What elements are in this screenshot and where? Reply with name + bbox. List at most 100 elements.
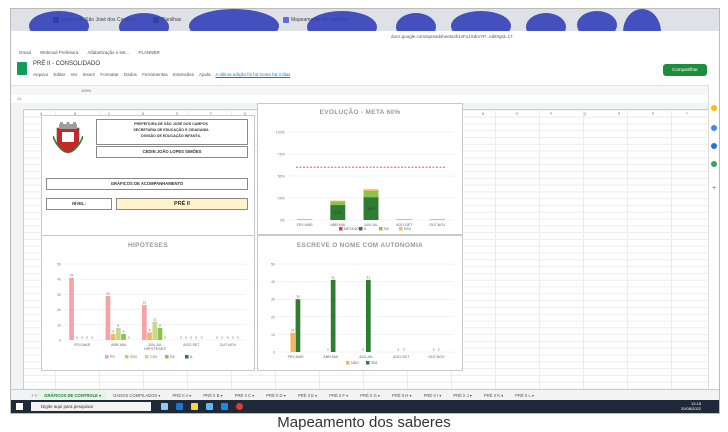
data-label: 0 <box>180 336 182 340</box>
menu-editar[interactable]: Editar <box>54 72 66 77</box>
prefeitura-line: SECRETARIA DE EDUCAÇÃO E CIDADANIA <box>133 128 209 132</box>
data-label: 30 <box>296 295 300 299</box>
bar-sim <box>295 299 301 352</box>
explorer-icon[interactable] <box>191 403 198 410</box>
chart-nome-card: ESCREVE O NOME COM AUTONOMIA 0 10 20 30 40 50… <box>257 235 463 371</box>
school-name: CEDIN JOÃO LOPES SIMÕES <box>96 146 248 158</box>
name-box[interactable]: A1 <box>17 96 22 101</box>
bar-sa <box>121 333 126 340</box>
bookmark-item[interactable]: Gmail <box>19 50 31 55</box>
x-tick-label: FEV-MAR <box>297 223 313 227</box>
data-label: 0 <box>237 336 239 340</box>
sheet-tab-list: GRÁFICOS DE CONTROLE ▾ DADOS COMPILADOS ▾… <box>38 390 540 401</box>
y-tick-label: 30 <box>271 298 275 302</box>
chart-evolucao: 0%25%50%75%100%FEV-MAR ABR-MAI JUN-JUL AGO-… <box>276 131 454 231</box>
menu-ver[interactable]: Ver <box>71 72 78 77</box>
data-label: 41 <box>70 273 74 277</box>
y-tick-label: 50% <box>278 175 286 179</box>
data-label: 0 <box>128 336 130 340</box>
bookmarks-bar: Gmail Webmail Prefeitura Alfabetização e… <box>11 47 719 59</box>
data-label: 29 <box>106 291 110 295</box>
data-label: 41 <box>367 275 371 279</box>
menu-inserir[interactable]: Inserir <box>83 72 96 77</box>
x-axis-title: HIPÓTESES <box>144 346 166 351</box>
store-icon[interactable] <box>206 403 213 410</box>
data-label: 12 <box>153 317 157 321</box>
windows-start-icon[interactable] <box>16 403 23 410</box>
doc-favicon-icon <box>283 17 289 23</box>
bookmark-item[interactable]: Alfabetização e letr... <box>87 50 129 55</box>
chrome-icon[interactable] <box>236 403 243 410</box>
legend-label: NÃO <box>351 360 359 365</box>
x-tick-label: OUT-NOV <box>428 355 445 359</box>
y-tick-label: 100% <box>276 131 286 135</box>
maps-icon[interactable] <box>711 161 717 167</box>
address-bar[interactable]: docs.google.com/spreadsheets/d/1vFu1SdmY… <box>11 31 719 48</box>
data-label: 0 <box>201 336 203 340</box>
row-header <box>11 109 24 389</box>
data-label: 0 <box>76 336 78 340</box>
menu-ferramentas[interactable]: Ferramentas <box>142 72 168 77</box>
data-label: 0 <box>81 336 83 340</box>
bar-sa <box>363 190 379 198</box>
bar-sa <box>330 201 346 206</box>
bookmark-item[interactable]: Webmail Prefeitura <box>40 50 78 55</box>
menu-extensoes[interactable]: Extensões <box>173 72 194 77</box>
bar-csv <box>152 321 158 340</box>
data-label: 0 <box>86 336 88 340</box>
city-crest-icon <box>53 122 83 154</box>
header-card: PREFEITURA DE SÃO JOSÉ DOS CAMPOS SECRET… <box>41 115 255 237</box>
y-tick-label: 50 <box>57 263 61 267</box>
share-button[interactable]: Compartilhar <box>663 64 707 76</box>
taskbar-clock[interactable]: 12:18 20/08/2022 <box>681 401 701 411</box>
sheets-logo-icon[interactable] <box>17 62 27 75</box>
legend-swatch <box>346 361 350 365</box>
x-tick-label: AGO-SET <box>393 355 410 359</box>
chart-hipoteses-card: HIPÓTESES 0 10 20 30 40 50 FEV-MAR ABR-MAI JUN-J… <box>41 235 255 371</box>
edge-icon[interactable] <box>176 403 183 410</box>
keep-icon[interactable] <box>711 105 717 111</box>
legend-label: SA <box>170 355 175 359</box>
menu-bar: Arquivo Editar Ver Inserir Formatar Dado… <box>33 72 294 77</box>
taskbar-search[interactable]: Digite aqui para pesquisar <box>31 402 151 411</box>
data-label: 0 <box>398 348 400 352</box>
menu-formatar[interactable]: Formatar <box>100 72 118 77</box>
contacts-icon[interactable] <box>711 143 717 149</box>
nivel-label: NÍVEL: <box>46 198 112 210</box>
y-tick-label: 20 <box>57 308 61 312</box>
x-tick-label: JUN-JUL <box>359 355 374 359</box>
column-letter: O <box>516 112 519 116</box>
tasks-icon[interactable] <box>711 125 717 131</box>
bar-ps <box>69 277 74 340</box>
y-tick-label: 10 <box>271 333 275 337</box>
nivel-value[interactable]: PRÉ II <box>116 198 248 210</box>
bar-ps <box>142 305 147 340</box>
legend-swatch <box>145 355 149 359</box>
os-taskbar: Digite aqui para pesquisar 12:18 20/08/2… <box>11 400 719 413</box>
bar-ssv <box>396 219 412 220</box>
menu-dados[interactable]: Dados <box>124 72 137 77</box>
data-label: 0 <box>190 336 192 340</box>
y-tick-label: 0% <box>280 219 286 223</box>
data-label: 8 <box>159 323 161 327</box>
bookmark-item[interactable]: PLANNER <box>139 50 160 55</box>
legend-swatch <box>359 227 363 231</box>
menu-arquivo[interactable]: Arquivo <box>33 72 48 77</box>
menu-ajuda[interactable]: Ajuda <box>199 72 211 77</box>
data-label: 0 <box>164 336 166 340</box>
x-tick-label: OUT-NOV <box>429 223 446 227</box>
add-sheet-icon[interactable]: + ≡ <box>31 393 37 398</box>
add-addon-icon[interactable]: + <box>712 185 716 192</box>
bar-sim <box>366 279 371 352</box>
x-tick-label: AGO-SET <box>183 343 200 347</box>
legend-swatch <box>105 355 109 359</box>
document-title[interactable]: PRÉ II - CONSOLIDADO <box>33 61 100 67</box>
y-tick-label: 50 <box>271 263 275 267</box>
last-edit-link[interactable]: A última edição foi há horas há 3 dias <box>216 72 291 77</box>
mail-icon[interactable] <box>221 403 228 410</box>
zoom-select[interactable]: 100% <box>81 88 91 93</box>
data-label: 26% <box>367 207 375 211</box>
bar-sa <box>157 327 163 340</box>
legend-label: A <box>190 355 193 359</box>
task-view-icon[interactable] <box>161 403 168 410</box>
